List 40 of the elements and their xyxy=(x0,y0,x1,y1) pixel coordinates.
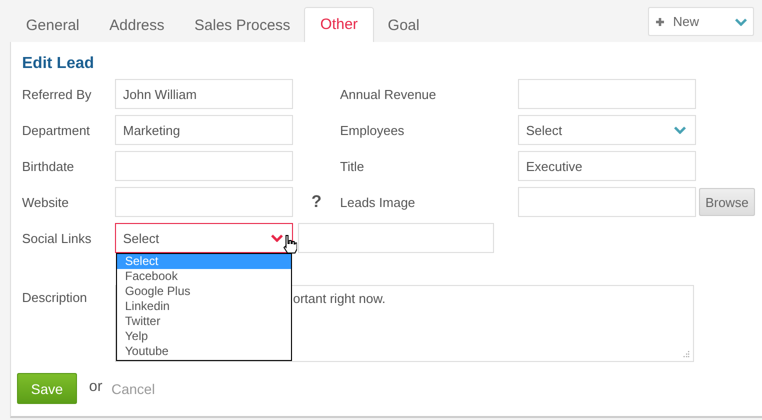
input-field[interactable]: Executive xyxy=(518,151,696,181)
input-field[interactable]: Marketing xyxy=(115,115,293,145)
resize-grip-icon xyxy=(683,351,690,358)
tab[interactable]: Other xyxy=(304,7,374,42)
field-label: Leads Image xyxy=(340,194,416,210)
field-label: Referred By xyxy=(22,86,92,102)
input-field[interactable]: John William xyxy=(115,79,293,109)
tab[interactable]: Goal xyxy=(372,8,436,42)
field-label: Department xyxy=(22,122,91,138)
field-label: Title xyxy=(340,158,366,174)
dropdown-option[interactable]: Twitter xyxy=(117,314,291,329)
chevron-down-icon xyxy=(674,126,686,134)
input-field[interactable] xyxy=(298,223,494,253)
field-label: Website xyxy=(22,194,70,210)
field-label: Birthdate xyxy=(22,158,76,174)
tab[interactable]: Sales Process xyxy=(178,8,306,42)
dropdown-option[interactable]: Youtube xyxy=(117,344,291,359)
dropdown-option[interactable]: Linkedin xyxy=(117,299,291,314)
chevron-down-icon xyxy=(735,18,747,26)
browse-button[interactable]: Browse xyxy=(699,188,755,216)
select-field[interactable]: Select xyxy=(518,115,696,145)
input-field[interactable] xyxy=(518,79,696,109)
input-field[interactable] xyxy=(115,187,293,217)
form-title: Edit Lead xyxy=(22,55,96,72)
field-label: Employees xyxy=(340,122,406,138)
tab[interactable]: General xyxy=(10,8,96,42)
dropdown-option[interactable]: Google Plus xyxy=(117,284,291,299)
help-icon[interactable]: ? xyxy=(311,192,322,212)
plus-icon xyxy=(656,18,664,26)
field-label: Social Links xyxy=(22,230,92,246)
dropdown-option[interactable]: Facebook xyxy=(117,269,291,284)
new-button[interactable]: New xyxy=(648,7,754,36)
or-text: or xyxy=(89,378,102,397)
field-label: Description xyxy=(22,289,88,305)
input-field[interactable] xyxy=(115,151,293,181)
field-label: Annual Revenue xyxy=(340,86,438,102)
chevron-down-icon xyxy=(271,234,283,242)
tab[interactable]: Address xyxy=(93,8,180,42)
input-field[interactable] xyxy=(518,187,696,217)
dropdown-option[interactable]: Yelp xyxy=(117,329,291,344)
